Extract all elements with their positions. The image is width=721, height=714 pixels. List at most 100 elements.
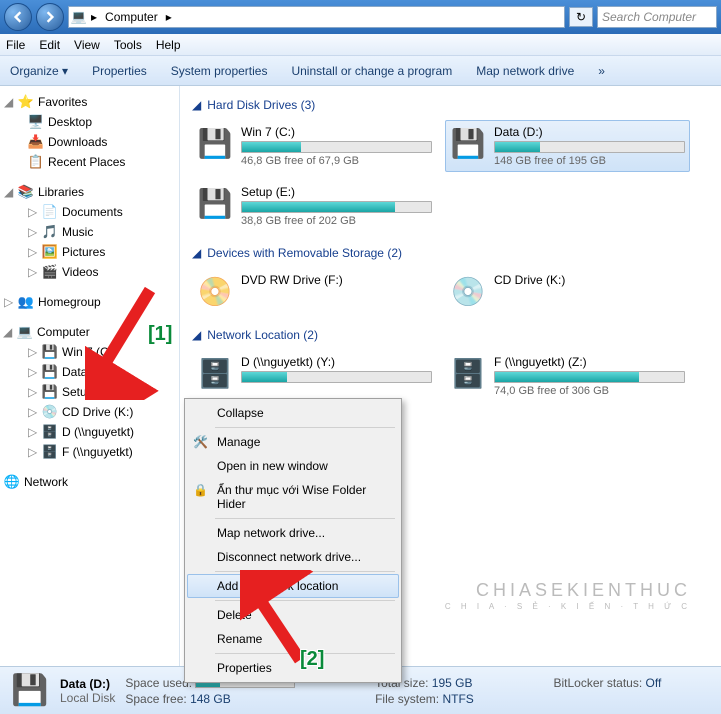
tree-item-documents[interactable]: ▷📄Documents [0,202,179,222]
computer-icon: 💻 [17,324,33,340]
separator [215,653,395,654]
toolbar-sysprops[interactable]: System properties [171,64,268,78]
videos-icon: 🎬 [42,264,58,280]
breadcrumb-sep: ▸ [166,10,172,24]
ctx-manage[interactable]: 🛠️Manage [187,430,399,454]
drive-icon: 💾 [42,344,58,360]
ctx-collapse[interactable]: Collapse [187,401,399,425]
breadcrumb-sep: ▸ [91,10,97,24]
drive-item[interactable]: 💾 Data (D:)148 GB free of 195 GB [445,120,690,172]
toolbar-uninstall[interactable]: Uninstall or change a program [291,64,452,78]
tree-item-drive-k[interactable]: ▷💿CD Drive (K:) [0,402,179,422]
menu-help[interactable]: Help [156,38,181,52]
ctx-properties[interactable]: Properties [187,656,399,680]
section-hdd[interactable]: ◢Hard Disk Drives (3) [192,94,709,116]
drive-item[interactable]: 💿CD Drive (K:) [445,268,690,314]
netdrive-icon: 🗄️ [450,355,486,391]
collapse-icon: ◢ [3,325,13,339]
toolbar-overflow[interactable]: » [598,64,605,78]
homegroup-icon: 👥 [18,294,34,310]
usage-bar [494,141,685,153]
tree-item-drive-c[interactable]: ▷💾Win 7 (C:) [0,342,179,362]
collapse-icon: ◢ [192,328,201,342]
menu-view[interactable]: View [74,38,100,52]
expand-icon: ▷ [28,345,38,359]
drive-icon: 💾 [42,364,58,380]
drive-icon: 💾 [450,125,486,161]
ctx-disconnect[interactable]: Disconnect network drive... [187,545,399,569]
breadcrumb[interactable]: 💻 ▸ Computer ▸ [68,6,565,28]
tree-libraries[interactable]: ◢📚Libraries [0,182,179,202]
dvd-icon: 📀 [197,273,233,309]
menu-edit[interactable]: Edit [39,38,60,52]
computer-icon: 💻 [71,9,87,25]
ctx-wise-hider[interactable]: 🔒Ẩn thư mục với Wise Folder Hider [187,478,399,516]
tree-item-netdrive-d[interactable]: ▷🗄️D (\\nguyetkt) [0,422,179,442]
section-netloc[interactable]: ◢Network Location (2) [192,324,709,346]
ctx-rename[interactable]: Rename [187,627,399,651]
back-button[interactable] [4,3,32,31]
forward-button[interactable] [36,3,64,31]
separator [215,427,395,428]
downloads-icon: 📥 [28,134,44,150]
toolbar: Organize ▾ Properties System properties … [0,56,721,86]
tree-favorites[interactable]: ◢⭐Favorites [0,92,179,112]
libraries-icon: 📚 [18,184,34,200]
expand-icon: ▷ [28,445,38,459]
cd-icon: 💿 [450,273,486,309]
usage-bar [241,371,432,383]
tree-item-recent[interactable]: 📋Recent Places [0,152,179,172]
expand-icon: ▷ [28,365,38,379]
drive-icon: 💾 [10,671,50,711]
ctx-open-new[interactable]: Open in new window [187,454,399,478]
refresh-button[interactable]: ↻ [569,7,593,27]
ctx-delete[interactable]: Delete [187,603,399,627]
drive-item[interactable]: 📀DVD RW Drive (F:) [192,268,437,314]
tree-homegroup[interactable]: ▷👥Homegroup [0,292,179,312]
drive-item[interactable]: 💾 Win 7 (C:)46,8 GB free of 67,9 GB [192,120,437,172]
toolbar-properties[interactable]: Properties [92,64,147,78]
drive-icon: 💾 [42,384,58,400]
ctx-map-drive[interactable]: Map network drive... [187,521,399,545]
collapse-icon: ◢ [192,98,201,112]
tree-item-netdrive-f[interactable]: ▷🗄️F (\\nguyetkt) [0,442,179,462]
tree-network[interactable]: 🌐Network [0,472,179,492]
menu-tools[interactable]: Tools [114,38,142,52]
context-menu: Collapse 🛠️Manage Open in new window 🔒Ẩn… [184,398,402,683]
separator [215,518,395,519]
expand-icon: ▷ [28,385,38,399]
separator [215,571,395,572]
tree-item-downloads[interactable]: 📥Downloads [0,132,179,152]
drive-item[interactable]: 🗄️ D (\\nguyetkt) (Y:) [192,350,437,402]
tree-item-drive-d[interactable]: ▷💾Data (D:) [0,362,179,382]
collapse-icon: ◢ [192,246,201,260]
netdrive-icon: 🗄️ [42,424,58,440]
documents-icon: 📄 [42,204,58,220]
tree-computer[interactable]: ◢💻Computer [0,322,179,342]
netdrive-icon: 🗄️ [197,355,233,391]
netdrive-icon: 🗄️ [42,444,58,460]
nav-header: 💻 ▸ Computer ▸ ↻ Search Computer [0,0,721,34]
drive-item[interactable]: 🗄️ F (\\nguyetkt) (Z:)74,0 GB free of 30… [445,350,690,402]
ctx-add-netloc[interactable]: Add a network location [187,574,399,598]
drive-icon: 💾 [197,125,233,161]
menu-file[interactable]: File [6,38,25,52]
expand-icon: ▷ [28,425,38,439]
collapse-icon: ◢ [4,95,14,109]
drive-item[interactable]: 💾 Setup (E:)38,8 GB free of 202 GB [192,180,437,232]
toolbar-organize[interactable]: Organize ▾ [10,64,68,78]
breadcrumb-item[interactable]: Computer [101,10,162,24]
search-input[interactable]: Search Computer [597,6,717,28]
tree-item-music[interactable]: ▷🎵Music [0,222,179,242]
tree-item-drive-e[interactable]: ▷💾Setup (E:) [0,382,179,402]
toolbar-mapdrive[interactable]: Map network drive [476,64,574,78]
menu-bar: File Edit View Tools Help [0,34,721,56]
usage-bar [241,141,432,153]
tree-item-pictures[interactable]: ▷🖼️Pictures [0,242,179,262]
usage-bar [494,371,685,383]
tree-item-videos[interactable]: ▷🎬Videos [0,262,179,282]
tree-item-desktop[interactable]: 🖥️Desktop [0,112,179,132]
section-removable[interactable]: ◢Devices with Removable Storage (2) [192,242,709,264]
manage-icon: 🛠️ [193,435,209,451]
separator [215,600,395,601]
